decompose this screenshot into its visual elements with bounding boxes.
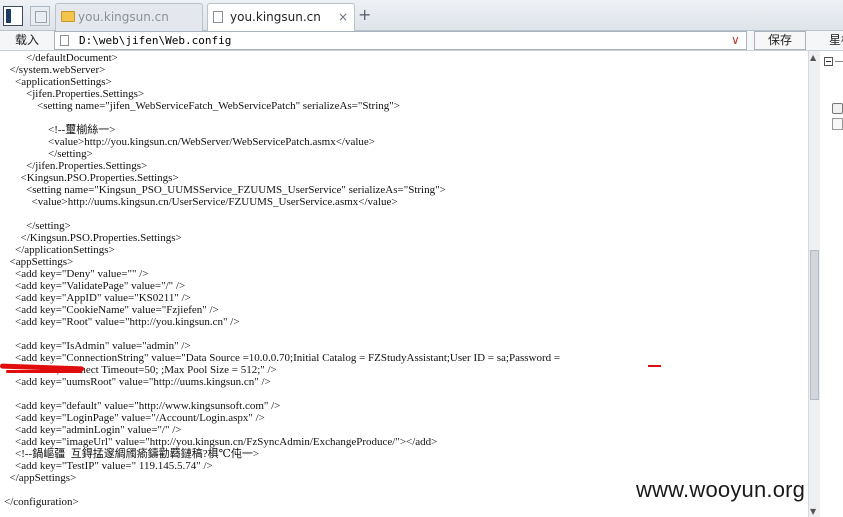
code-line: <Kingsun.PSO.Properties.Settings> [4, 172, 179, 184]
vertical-scrollbar[interactable]: ▲ ▼ [808, 51, 820, 517]
code-line: <add key="imageUrl" value="http://you.ki… [4, 436, 438, 448]
tab-you-kingsun-folder[interactable]: you.kingsun.cn [55, 3, 203, 31]
right-panel-label[interactable]: 星标 [829, 31, 843, 50]
code-line: <add key="TestIP" value=" 119.145.5.74" … [4, 460, 213, 472]
scroll-thumb[interactable] [810, 250, 819, 400]
code-line: <applicationSettings> [4, 76, 112, 88]
scroll-down-icon[interactable]: ▼ [810, 508, 816, 516]
code-line: <setting name="jifen_WebServiceFatch_Web… [4, 100, 400, 112]
highlight-underline [648, 365, 661, 367]
code-line: <jifen.Properties.Settings> [4, 88, 145, 100]
redaction-mark [6, 370, 82, 373]
address-bar: 载入 D:\web\jifen\Web.config ∨ 保存 星标 [0, 31, 843, 51]
collapse-icon[interactable] [824, 57, 833, 66]
code-line: <add key="CookieName" value="Fzjiefen" /… [4, 304, 219, 316]
code-line: <add key="uumsRoot" value="http://uums.k… [4, 376, 271, 388]
code-line: <!--璽椾絲一> [4, 124, 116, 136]
tab-label: you.kingsun.cn [230, 10, 321, 24]
tab-you-kingsun-file[interactable]: you.kingsun.cn × [207, 3, 355, 32]
code-line: </setting> [4, 148, 93, 160]
code-line: <add key="Root" value="http://you.kingsu… [4, 316, 240, 328]
code-line: <add key="LoginPage" value="/Account/Log… [4, 412, 265, 424]
code-line: <add key="ConnectionString" value="Data … [4, 352, 561, 364]
code-line: <value>http://uums.kingsun.cn/UserServic… [4, 196, 398, 208]
tab-label: you.kingsun.cn [78, 10, 169, 24]
code-content: </defaultDocument> </system.webServer> <… [4, 52, 560, 508]
code-line: </configuration> [4, 496, 79, 508]
code-line: </defaultDocument> [4, 52, 118, 64]
file-icon [60, 35, 69, 46]
code-line: </applicationSettings> [4, 244, 115, 256]
code-line: <setting name="Kingsun_PSO_UUMSService_F… [4, 184, 446, 196]
chevron-down-icon[interactable]: ∨ [731, 33, 740, 47]
watermark: www.wooyun.org [636, 477, 806, 502]
file-path-input[interactable]: D:\web\jifen\Web.config [54, 31, 747, 50]
code-line: <appSettings> [4, 256, 74, 268]
file-icon [213, 11, 223, 23]
code-line: <add key="default" value="http://www.kin… [4, 400, 281, 412]
code-line: </appSettings> [4, 472, 77, 484]
tab-bar: you.kingsun.cn you.kingsun.cn × + [0, 0, 843, 32]
code-editor[interactable]: </defaultDocument> </system.webServer> <… [0, 51, 808, 517]
right-panel [820, 51, 843, 517]
code-line: <add key="IsAdmin" value="admin" /> [4, 340, 191, 352]
tree-connector [835, 61, 843, 62]
scroll-up-icon[interactable]: ▲ [810, 54, 816, 62]
code-line: </system.webServer> [4, 64, 106, 76]
code-line: <add key="adminLogin" value="/" /> [4, 424, 182, 436]
code-line: <value>http://you.kingsun.cn/WebServer/W… [4, 136, 375, 148]
new-tab-button[interactable]: + [358, 5, 371, 25]
terminal-icon[interactable] [832, 103, 843, 114]
code-line: </jifen.Properties.Settings> [4, 160, 148, 172]
code-line: <add key="Deny" value="" /> [4, 268, 149, 280]
code-line: <add key="ValidatePage" value="/" /> [4, 280, 186, 292]
clipboard-icon[interactable] [832, 118, 843, 130]
sidebar-toggle-icon[interactable] [3, 6, 23, 26]
close-icon[interactable]: × [338, 4, 348, 30]
folder-icon [61, 11, 75, 22]
restore-tab-icon[interactable] [30, 6, 50, 26]
code-line: </setting> [4, 220, 71, 232]
code-line: <!--鍋嶇疆 互鍀掹邃綢斶瘉鑄勸羇鏈稿?椇℃伅一> [4, 448, 260, 460]
load-button[interactable]: 载入 [0, 31, 54, 50]
code-line: ; Connect Timeout=50; ;Max Pool Size = 5… [4, 364, 277, 376]
code-line: <add key="AppID" value="KS0211" /> [4, 292, 191, 304]
code-line: </Kingsun.PSO.Properties.Settings> [4, 232, 182, 244]
save-button[interactable]: 保存 [754, 31, 806, 50]
